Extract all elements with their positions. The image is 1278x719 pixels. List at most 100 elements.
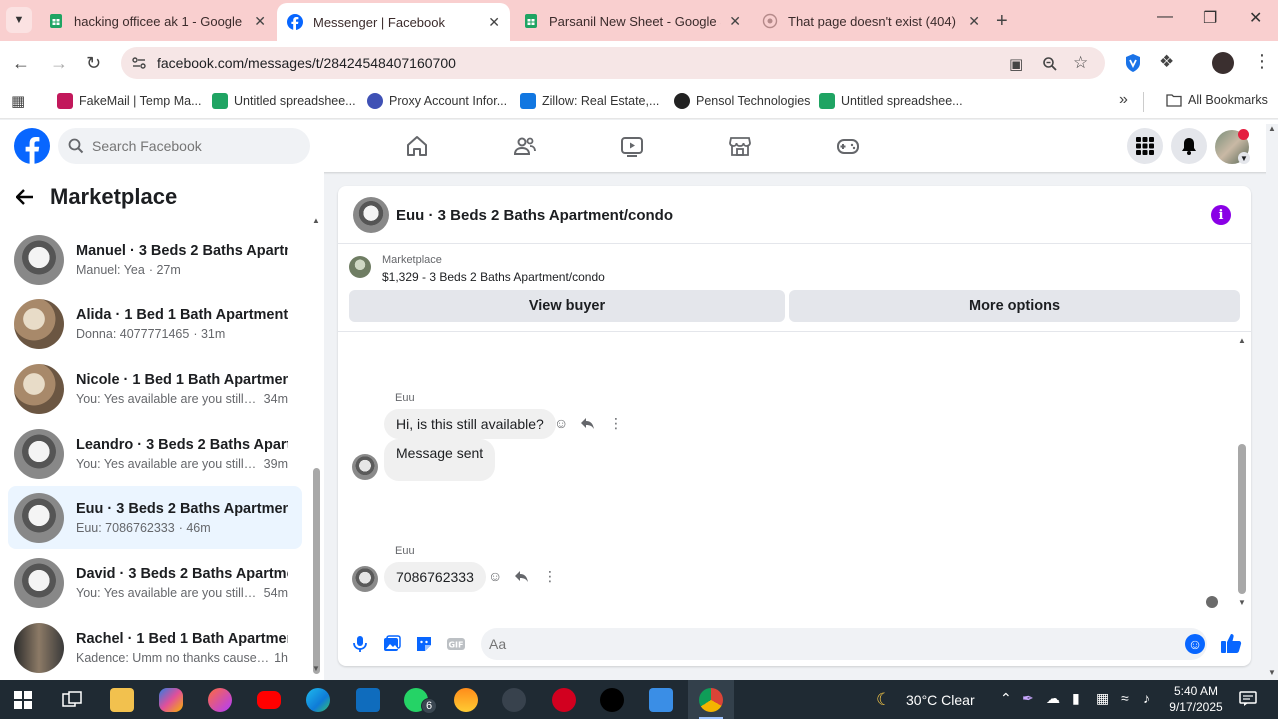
page-scrollbar[interactable]: ▲ ▼ [1266, 124, 1278, 680]
all-bookmarks-button[interactable]: All Bookmarks [1166, 93, 1268, 107]
bookmark-fakemail[interactable]: FakeMail | Temp Ma... [57, 93, 202, 109]
sticker-icon[interactable] [414, 634, 434, 654]
conversation-item[interactable]: Manuel · 3 Beds 2 Baths Apartm... Manuel… [8, 228, 302, 291]
facebook-search-box[interactable] [58, 128, 310, 164]
close-icon[interactable]: ✕ [968, 13, 980, 30]
gif-icon[interactable]: GIF [446, 634, 466, 654]
conversation-item[interactable]: Alida · 1 Bed 1 Bath Apartment/c... Donn… [8, 292, 302, 355]
react-icon[interactable]: ☺ [554, 415, 568, 431]
message-input[interactable] [481, 628, 1207, 660]
close-window-icon[interactable]: ✕ [1249, 8, 1262, 28]
message-bubble[interactable]: 7086762333 [384, 562, 486, 592]
facebook-logo-icon[interactable] [14, 128, 50, 164]
chrome-menu-icon[interactable]: ⋮ [1253, 51, 1271, 72]
sender-avatar[interactable] [352, 566, 378, 592]
message-sent-notice[interactable]: Message sent [384, 439, 496, 481]
apps-grid-icon[interactable]: ▦ [11, 92, 25, 110]
wifi-icon[interactable]: ≈ [1121, 690, 1129, 706]
edge-icon[interactable] [306, 688, 330, 712]
sender-avatar[interactable] [352, 454, 378, 480]
chat-title[interactable]: Euu · 3 Beds 2 Baths Apartment/condo [396, 207, 673, 224]
outlook-icon[interactable] [356, 688, 380, 712]
close-icon[interactable]: ✕ [254, 13, 266, 30]
gaming-icon[interactable] [836, 134, 860, 158]
bookmark-proxy-account[interactable]: Proxy Account Infor... [367, 93, 507, 109]
conversation-item[interactable]: Rachel · 1 Bed 1 Bath Apartment... Kaden… [8, 616, 302, 679]
menu-grid-button[interactable] [1127, 128, 1163, 164]
more-actions-icon[interactable]: ⋮ [543, 568, 557, 585]
site-settings-icon[interactable] [131, 55, 147, 71]
profile-avatar[interactable] [1212, 52, 1234, 74]
bookmark-untitled-spreadsheet-1[interactable]: Untitled spreadshee... [212, 93, 356, 109]
notification-center-icon[interactable] [1239, 691, 1257, 707]
bookmark-untitled-spreadsheet-2[interactable]: Untitled spreadshee... [819, 93, 963, 109]
install-app-icon[interactable]: ▣ [1009, 55, 1023, 73]
youtube-icon[interactable] [257, 691, 281, 709]
info-icon[interactable]: i [1211, 205, 1231, 225]
scroll-down-icon[interactable]: ▼ [1238, 598, 1246, 607]
pen-icon[interactable]: ✒ [1022, 690, 1034, 707]
shield-extension-icon[interactable] [1124, 53, 1142, 73]
scrollbar-thumb[interactable] [313, 468, 320, 674]
chat-scrollbar[interactable]: ▲ ▼ [1238, 336, 1246, 614]
clock-time[interactable]: 5:40 AM [1168, 684, 1224, 698]
cloud-icon[interactable]: ☁ [1046, 690, 1060, 707]
chevron-down-icon[interactable]: ▼ [1238, 152, 1250, 164]
tab-hacking-officee[interactable]: hacking officee ak 1 - Google Sh ✕ [38, 5, 276, 37]
tab-search-button[interactable]: ▼ [6, 7, 32, 33]
chrome-icon[interactable] [699, 688, 723, 712]
microsoft-store-icon[interactable] [649, 688, 673, 712]
back-icon[interactable]: ← [12, 53, 30, 74]
notifications-button[interactable] [1171, 128, 1207, 164]
microphone-icon[interactable] [350, 634, 370, 654]
address-bar[interactable]: facebook.com/messages/t/2842454840716070… [121, 47, 1105, 79]
more-actions-icon[interactable]: ⋮ [609, 415, 623, 432]
listing-price-title[interactable]: $1,329 - 3 Beds 2 Baths Apartment/condo [382, 270, 605, 284]
close-icon[interactable]: ✕ [729, 13, 741, 30]
tab-page-404[interactable]: That page doesn't exist (404) - F ✕ [752, 5, 990, 37]
conversation-item[interactable]: Leandro · 3 Beds 2 Baths Apart... You: Y… [8, 422, 302, 485]
more-options-button[interactable]: More options [789, 290, 1240, 322]
copilot-icon[interactable] [159, 688, 183, 712]
friends-icon[interactable] [513, 134, 537, 158]
bookmark-pensol[interactable]: Pensol Technologies [674, 93, 810, 109]
device-icon[interactable]: ▦ [1096, 690, 1109, 707]
facebook-search-input[interactable] [92, 138, 292, 154]
scroll-down-icon[interactable]: ▼ [312, 664, 320, 673]
windows-start-icon[interactable] [14, 691, 32, 709]
clock-date[interactable]: 9/17/2025 [1168, 700, 1224, 714]
marketplace-icon[interactable] [728, 134, 752, 158]
conversation-item[interactable]: David · 3 Beds 2 Baths Apartme... You: Y… [8, 551, 302, 614]
message-bubble[interactable]: Hi, is this still available? [384, 409, 556, 439]
photo-icon[interactable] [382, 634, 402, 654]
volume-icon[interactable]: ♪ [1143, 690, 1150, 706]
scroll-up-icon[interactable]: ▲ [1268, 124, 1276, 133]
zoom-icon[interactable] [1042, 56, 1058, 72]
conversation-item[interactable]: Nicole · 1 Bed 1 Bath Apartment... You: … [8, 357, 302, 420]
video-icon[interactable] [620, 134, 644, 158]
emoji-icon[interactable]: ☺ [1185, 634, 1205, 654]
tab-parsanil[interactable]: Parsanil New Sheet - Google Sh ✕ [513, 5, 751, 37]
scroll-up-icon[interactable]: ▲ [312, 216, 320, 225]
reload-icon[interactable]: ↻ [86, 53, 101, 74]
extensions-puzzle-icon[interactable]: ❖ [1159, 52, 1174, 72]
chat-avatar[interactable] [353, 197, 389, 233]
opera-icon[interactable] [552, 688, 576, 712]
react-icon[interactable]: ☺ [488, 568, 502, 584]
star-icon[interactable]: ☆ [1073, 53, 1088, 73]
scrollbar-thumb[interactable] [1238, 444, 1246, 594]
minimize-icon[interactable]: — [1157, 8, 1173, 26]
conversation-item-selected[interactable]: Euu · 3 Beds 2 Baths Apartment... Euu: 7… [8, 486, 302, 549]
restore-icon[interactable]: ❐ [1203, 8, 1217, 28]
tab-messenger[interactable]: Messenger | Facebook ✕ [277, 3, 510, 41]
thumbs-up-icon[interactable] [1220, 632, 1242, 654]
task-view-icon[interactable] [62, 691, 82, 709]
new-tab-icon[interactable]: + [996, 10, 1008, 33]
scroll-down-icon[interactable]: ▼ [1268, 668, 1276, 677]
view-buyer-button[interactable]: View buyer [349, 290, 785, 322]
medal-icon[interactable] [454, 688, 478, 712]
home-icon[interactable] [405, 134, 429, 158]
scroll-up-icon[interactable]: ▲ [1238, 336, 1246, 345]
tiktok-icon[interactable] [600, 688, 624, 712]
file-explorer-icon[interactable] [110, 688, 134, 712]
